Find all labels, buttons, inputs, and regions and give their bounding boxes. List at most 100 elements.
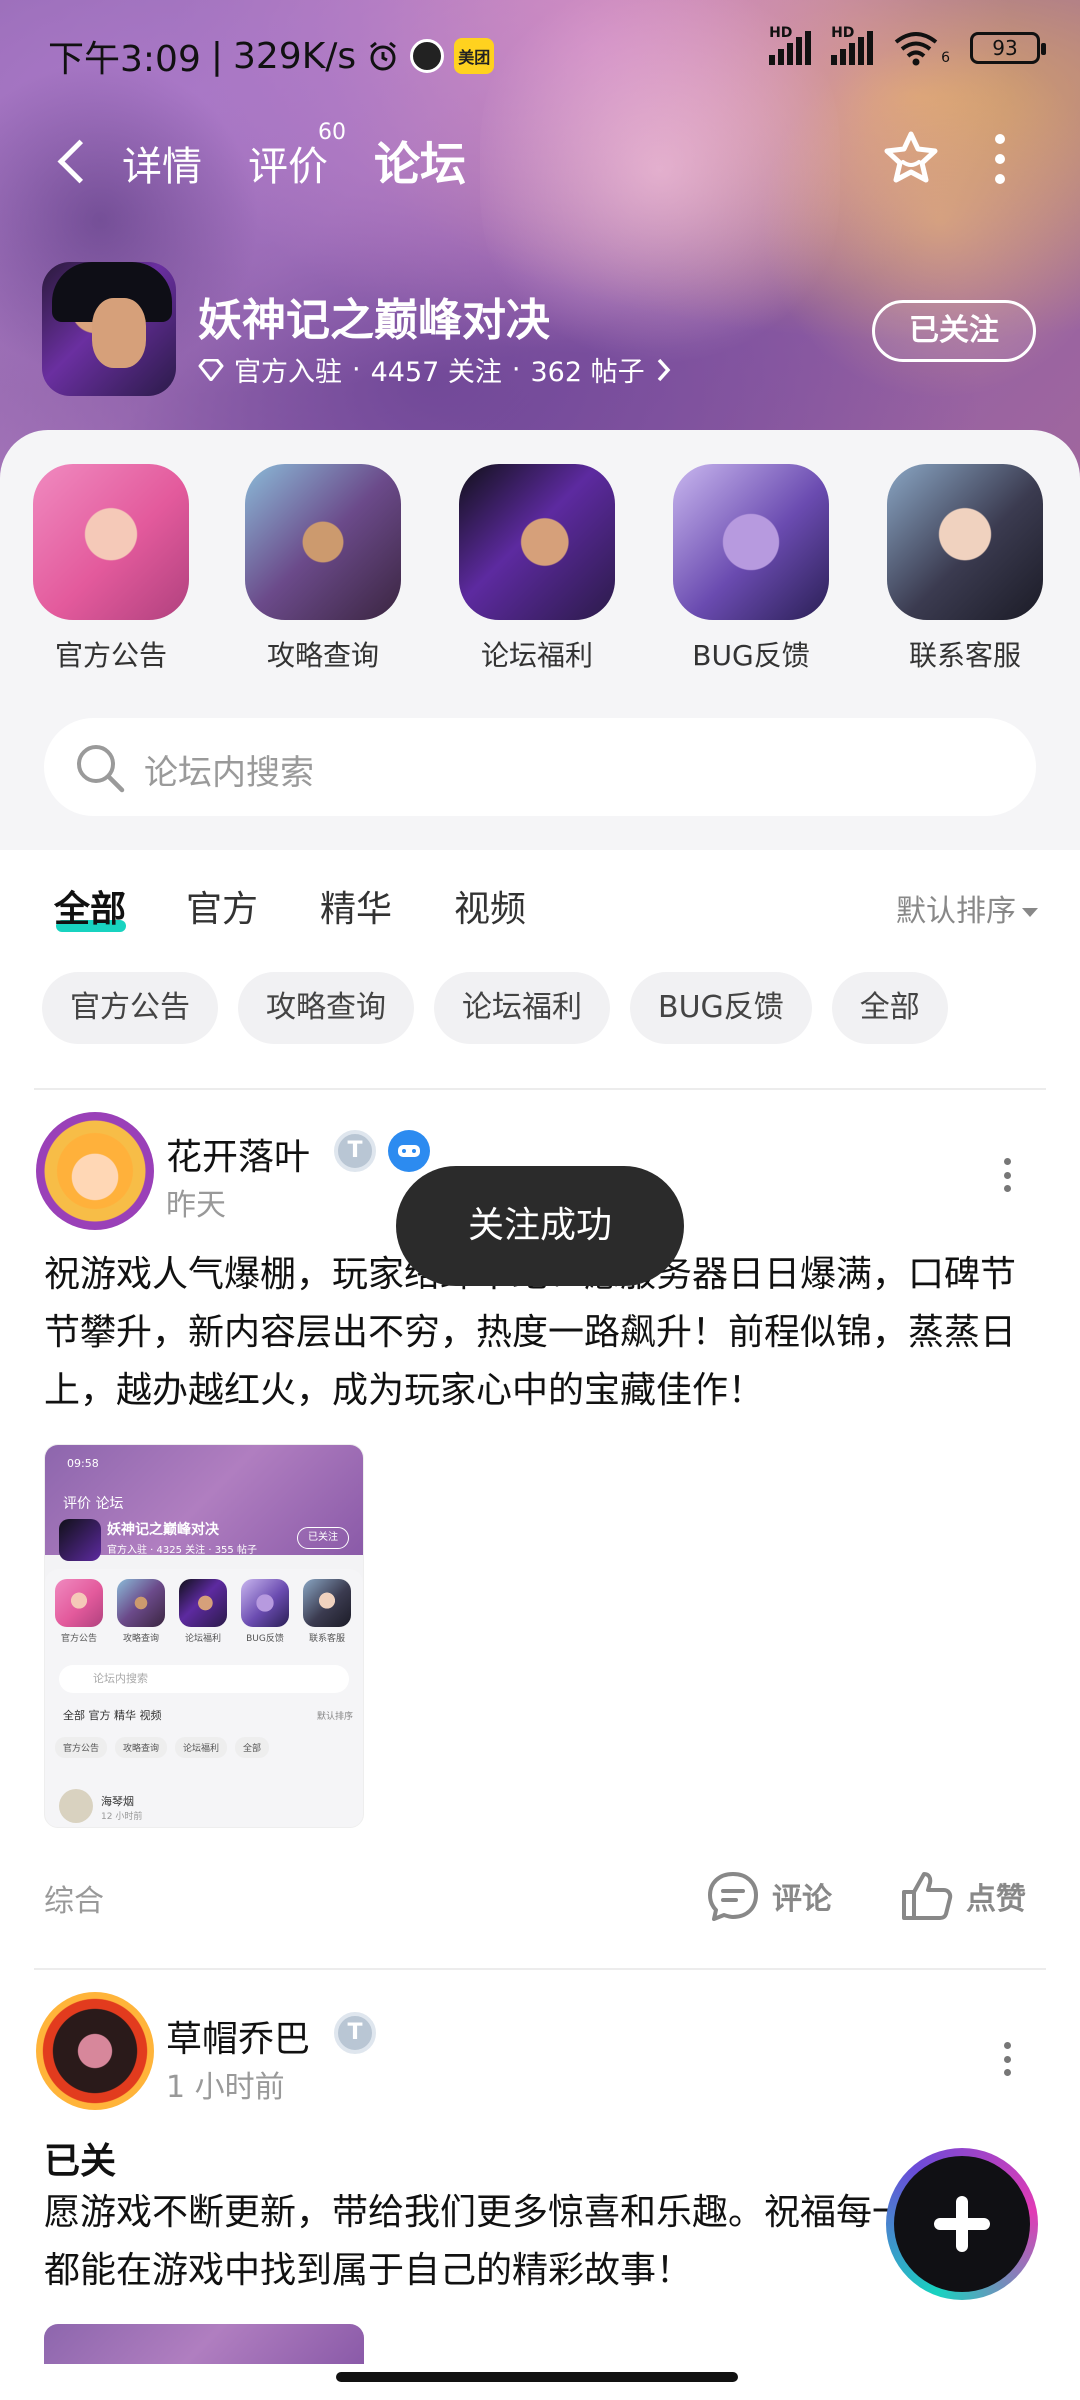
thumb-post-time: 12 小时前: [101, 1812, 143, 1822]
filter-section: 全部 官方 精华 视频 默认排序 官方公告 攻略查询 论坛福利 BUG反馈 全部: [0, 850, 1080, 1080]
gamepad-badge-icon: [388, 1130, 430, 1172]
shortcut-image: [887, 464, 1043, 620]
avatar[interactable]: [36, 1112, 154, 1230]
avatar[interactable]: [36, 1992, 154, 2110]
caret-down-icon: [1022, 908, 1038, 917]
filter-tab-all[interactable]: 全部: [54, 880, 126, 932]
chip-all[interactable]: 全部: [831, 972, 948, 1044]
plus-icon-vertical: [956, 2196, 968, 2252]
app-notification-icon: [410, 39, 445, 73]
divider: [34, 1088, 1046, 1090]
meta-separator-2: ·: [511, 354, 521, 385]
shortcut-image: [33, 464, 189, 620]
post-image-thumbnail[interactable]: [44, 2324, 364, 2364]
chip-official-notice[interactable]: 官方公告: [42, 972, 218, 1044]
tab-review[interactable]: 评价: [248, 134, 328, 192]
thumb-shortcut-image: [303, 1579, 351, 1627]
post-image-thumbnail[interactable]: 09:58 评价 论坛 妖神记之巅峰对决 官方入驻 · 4325 关注 · 35…: [44, 1444, 364, 1828]
search-placeholder: 论坛内搜索: [144, 753, 314, 793]
thumb-shortcut-label: 官方公告: [60, 1634, 97, 1644]
hd-label-1: HD: [769, 25, 793, 41]
comment-button[interactable]: 评论: [706, 1870, 832, 1922]
post-username[interactable]: 草帽乔巴: [166, 2010, 310, 2062]
more-options-icon[interactable]: [990, 134, 1010, 184]
game-header-banner: 下午3:09 | 329K/s 美团 HD HD 6 93 详情 评价 60 论…: [0, 0, 1080, 480]
thumb-meta: 官方入驻 · 4325 关注 · 355 帖子: [107, 1545, 257, 1556]
back-button[interactable]: [50, 130, 110, 190]
alarm-icon: [370, 41, 397, 71]
thumbs-up-icon: [902, 1872, 953, 1920]
status-net-speed: 329K/s: [232, 35, 357, 77]
post-title: 已关: [44, 2141, 117, 2182]
thumb-shortcut-image: [241, 1579, 289, 1627]
shortcut-forum-welfare[interactable]: 论坛福利: [452, 464, 622, 674]
thumb-title: 妖神记之巅峰对决: [107, 1522, 219, 1538]
divider: [34, 1968, 1046, 1970]
filter-tab-video[interactable]: 视频: [454, 880, 526, 932]
thumb-tabs: 评价 论坛: [63, 1496, 124, 1512]
shortcut-guide[interactable]: 攻略查询: [238, 464, 408, 674]
favorite-star-icon[interactable]: [880, 128, 942, 190]
thumb-shortcut-label: BUG反馈: [246, 1634, 284, 1644]
status-right: HD HD 6 93: [769, 25, 1046, 66]
post-time: 1 小时前: [166, 2070, 285, 2105]
thumb-shortcut-label: 联系客服: [308, 1634, 345, 1644]
post-count: 362 帖子: [530, 357, 645, 388]
shortcut-contact-support[interactable]: 联系客服: [880, 464, 1050, 674]
post-footer: 综合 评论 点赞: [0, 1866, 1080, 1926]
chip-bug-report[interactable]: BUG反馈: [630, 972, 812, 1044]
tab-detail[interactable]: 详情: [122, 134, 202, 192]
meta-separator-1: ·: [352, 354, 361, 385]
thumb-shortcut-label: 论坛福利: [184, 1634, 221, 1644]
comment-label: 评论: [772, 1882, 832, 1917]
filter-tab-official[interactable]: 官方: [186, 880, 258, 932]
thumb-post-user: 海琴烟: [101, 1795, 134, 1808]
status-time: 下午3:09: [48, 39, 201, 80]
sort-dropdown[interactable]: 默认排序: [896, 886, 1038, 930]
thumb-filter-tabs: 全部 官方 精华 视频: [63, 1709, 162, 1722]
shortcut-official-notice[interactable]: 官方公告: [26, 464, 196, 674]
chip-guide[interactable]: 攻略查询: [238, 972, 414, 1044]
wifi-label: 6: [941, 50, 950, 66]
toast-message: 关注成功: [396, 1166, 684, 1286]
official-label: 官方入驻: [234, 357, 342, 388]
game-meta[interactable]: 官方入驻 · 4457 关注 · 362 帖子: [198, 350, 673, 389]
signal-icon-1: HD: [769, 25, 812, 65]
shortcut-label: 联系客服: [908, 639, 1021, 672]
status-bar: 下午3:09 | 329K/s 美团 HD HD 6 93: [0, 0, 1080, 110]
game-title: 妖神记之巅峰对决: [198, 295, 550, 346]
home-indicator[interactable]: [336, 2372, 738, 2382]
thumb-chip: 官方公告: [55, 1737, 108, 1758]
post-username[interactable]: 花开落叶: [166, 1128, 310, 1180]
tab-forum[interactable]: 论坛: [374, 128, 466, 194]
post-more-icon[interactable]: [1000, 2042, 1014, 2076]
shortcut-label: 论坛福利: [480, 639, 593, 672]
filter-tab-featured[interactable]: 精华: [320, 880, 392, 932]
shortcut-bug-report[interactable]: BUG反馈: [666, 464, 836, 674]
search-icon: [77, 745, 125, 793]
shortcut-row: 官方公告 攻略查询 论坛福利 BUG反馈 联系客服: [0, 464, 1080, 684]
thumb-status-time: 09:58: [67, 1457, 99, 1470]
like-button[interactable]: 点赞: [900, 1870, 1026, 1922]
post-more-icon[interactable]: [1000, 1158, 1014, 1192]
battery-icon: 93: [970, 32, 1046, 64]
follower-count: 4457 关注: [370, 357, 502, 388]
thumb-chips: 官方公告 攻略查询 论坛福利 全部: [55, 1737, 270, 1758]
new-post-button[interactable]: [886, 2148, 1038, 2300]
shortcut-label: 攻略查询: [266, 639, 379, 672]
follow-button[interactable]: 已关注: [872, 300, 1036, 362]
search-input[interactable]: 论坛内搜索: [44, 718, 1036, 816]
thumb-chip: 全部: [235, 1737, 270, 1758]
status-separator: |: [210, 35, 223, 77]
forum-panel: 官方公告 攻略查询 论坛福利 BUG反馈 联系客服 论坛内搜索: [0, 430, 1080, 850]
level-badge-icon: T: [334, 2012, 376, 2054]
game-info: 妖神记之巅峰对决 官方入驻 · 4457 关注 · 362 帖子 已关注: [0, 262, 1080, 402]
like-label: 点赞: [966, 1882, 1026, 1917]
official-diamond-icon: [198, 358, 224, 381]
thumb-sort: 默认排序: [316, 1712, 353, 1722]
thumb-shortcut-image: [55, 1579, 103, 1627]
thumb-shortcut-image: [117, 1579, 165, 1627]
post-tag[interactable]: 综合: [44, 1876, 104, 1920]
chip-forum-welfare[interactable]: 论坛福利: [434, 972, 610, 1044]
meituan-notification-icon: 美团: [454, 38, 495, 74]
